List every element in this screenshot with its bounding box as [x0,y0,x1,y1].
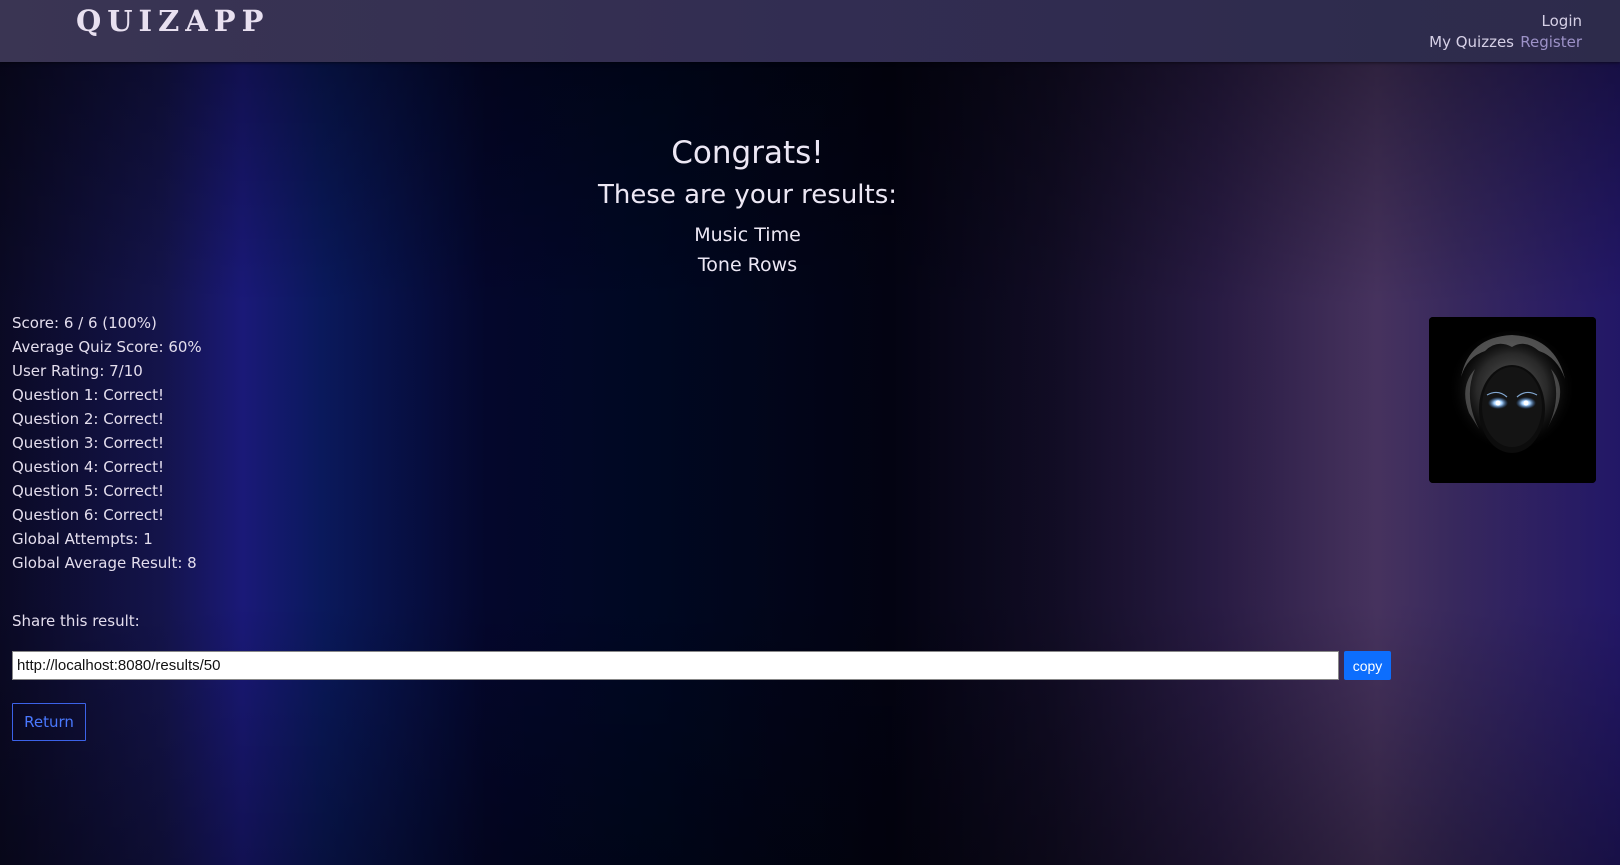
brand-logo[interactable]: QUIZAPP [76,4,269,38]
results-subtitle: These are your results: [597,180,898,210]
quiz-title: Music Time [694,224,801,246]
login-link[interactable]: Login [1542,12,1582,30]
user-rating-stat: User Rating: 7/10 [12,362,143,380]
global-average-stat: Global Average Result: 8 [12,554,197,572]
masked-face-image [1429,317,1596,483]
return-button[interactable]: Return [12,703,86,741]
masked-face-icon [1429,317,1596,483]
share-label: Share this result: [12,612,140,630]
question-result: Question 5: Correct! [12,482,164,500]
question-result: Question 2: Correct! [12,410,164,428]
quiz-topic: Tone Rows [697,254,798,276]
congrats-heading: Congrats! [671,135,824,171]
question-result: Question 3: Correct! [12,434,164,452]
register-link[interactable]: Register [1520,33,1582,51]
question-result: Question 6: Correct! [12,506,164,524]
share-url-input[interactable] [12,651,1339,680]
results-stats-list: Score: 6 / 6 (100%) Average Quiz Score: … [12,311,202,575]
navbar: QUIZAPP Login My Quizzes Register [0,0,1620,62]
score-stat: Score: 6 / 6 (100%) [12,314,157,332]
question-result: Question 4: Correct! [12,458,164,476]
question-result: Question 1: Correct! [12,386,164,404]
copy-button[interactable]: copy [1344,651,1391,680]
my-quizzes-link[interactable]: My Quizzes [1429,33,1514,51]
global-attempts-stat: Global Attempts: 1 [12,530,153,548]
average-score-stat: Average Quiz Score: 60% [12,338,202,356]
